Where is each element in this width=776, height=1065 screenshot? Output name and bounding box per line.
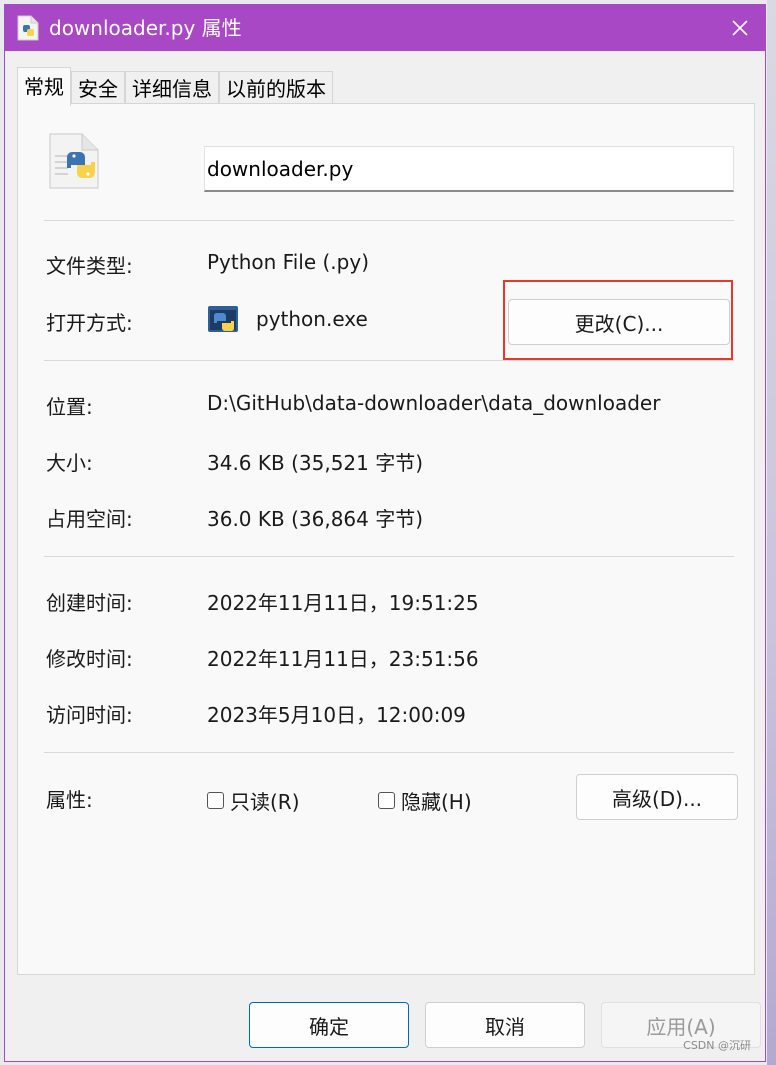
open-with-label: 打开方式: xyxy=(46,311,133,335)
readonly-label: 只读(R) xyxy=(230,790,300,814)
open-with-value: python.exe xyxy=(256,307,368,331)
divider xyxy=(44,360,734,361)
file-type-value: Python File (.py) xyxy=(207,250,370,274)
attributes-label: 属性: xyxy=(46,788,93,812)
tab-strip: 常规 安全 详细信息 以前的版本 xyxy=(17,67,333,106)
tab-security[interactable]: 安全 xyxy=(71,71,125,106)
python-file-large-icon xyxy=(49,133,99,189)
divider xyxy=(44,556,734,557)
hidden-option[interactable]: 隐藏(H) xyxy=(378,786,472,815)
cancel-button[interactable]: 取消 xyxy=(425,1002,585,1048)
title-bar: downloader.py 属性 xyxy=(5,5,765,51)
modified-label: 修改时间: xyxy=(46,647,133,671)
size-label: 大小: xyxy=(46,451,93,475)
accessed-value: 2023年5月10日，12:00:09 xyxy=(207,703,466,727)
location-label: 位置: xyxy=(46,395,93,419)
size-on-disk-label: 占用空间: xyxy=(46,507,133,531)
location-value: D:\GitHub\data-downloader\data_downloade… xyxy=(207,391,661,415)
close-icon xyxy=(732,20,748,36)
divider xyxy=(44,220,734,221)
modified-value: 2022年11月11日，23:51:56 xyxy=(207,647,479,671)
python-exe-icon xyxy=(208,306,238,332)
python-file-icon xyxy=(17,15,39,41)
tab-details[interactable]: 详细信息 xyxy=(125,71,219,106)
hidden-checkbox[interactable] xyxy=(378,792,395,809)
readonly-checkbox[interactable] xyxy=(207,792,224,809)
ok-button[interactable]: 确定 xyxy=(249,1002,409,1048)
general-panel: 文件类型: Python File (.py) 打开方式: python.exe… xyxy=(17,103,755,975)
size-on-disk-value: 36.0 KB (36,864 字节) xyxy=(207,507,424,531)
tab-general[interactable]: 常规 xyxy=(17,67,71,106)
background-strip xyxy=(767,0,776,1065)
file-name-field[interactable] xyxy=(204,146,734,192)
accessed-label: 访问时间: xyxy=(46,703,133,727)
created-value: 2022年11月11日，19:51:25 xyxy=(207,591,479,615)
file-type-label: 文件类型: xyxy=(46,254,133,278)
tab-previous-versions[interactable]: 以前的版本 xyxy=(219,71,333,106)
close-button[interactable] xyxy=(725,13,755,43)
created-label: 创建时间: xyxy=(46,591,133,615)
window-title: downloader.py 属性 xyxy=(49,16,242,40)
advanced-button[interactable]: 高级(D)... xyxy=(576,774,738,820)
change-button[interactable]: 更改(C)... xyxy=(508,299,730,345)
divider xyxy=(44,752,734,753)
properties-dialog: downloader.py 属性 常规 安全 详细信息 以前的版本 downlo… xyxy=(4,4,766,1062)
readonly-option[interactable]: 只读(R) xyxy=(207,786,300,815)
hidden-label: 隐藏(H) xyxy=(401,790,472,814)
size-value: 34.6 KB (35,521 字节) xyxy=(207,451,424,475)
watermark: CSDN @沉研 xyxy=(683,1039,751,1052)
